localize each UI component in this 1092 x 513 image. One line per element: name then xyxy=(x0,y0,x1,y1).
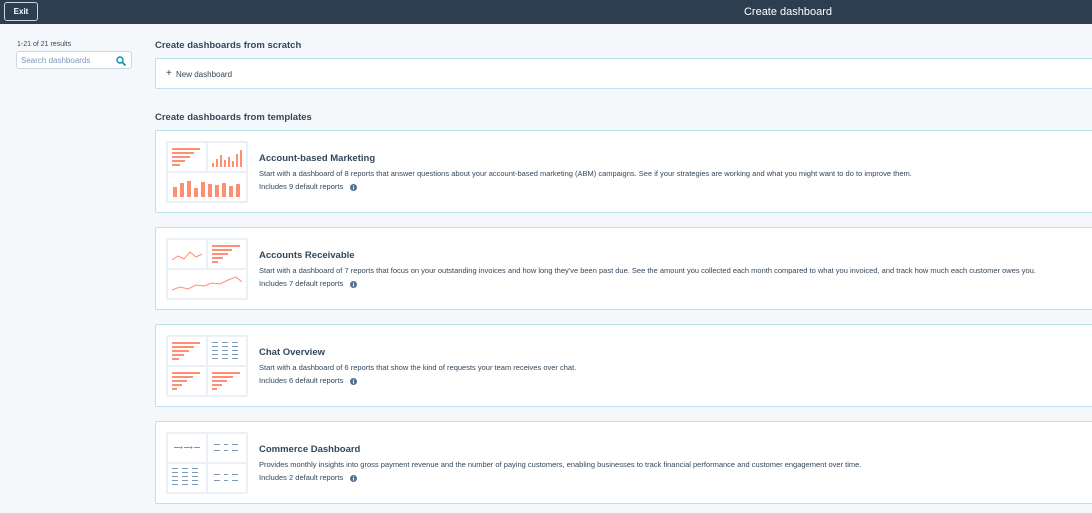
templates-section-title: Create dashboards from templates xyxy=(155,112,312,123)
template-description: Start with a dashboard of 8 reports that… xyxy=(259,169,912,178)
template-thumbnail xyxy=(166,335,248,397)
template-card-account-based-marketing[interactable]: Account-based Marketing Start with a das… xyxy=(155,130,1092,213)
template-title: Account-based Marketing xyxy=(259,153,376,164)
template-title: Commerce Dashboard xyxy=(259,444,361,455)
info-icon[interactable] xyxy=(350,474,358,482)
template-thumbnail xyxy=(166,141,248,203)
new-dashboard-button[interactable]: + New dashboard xyxy=(155,58,1092,89)
scratch-section-title: Create dashboards from scratch xyxy=(155,40,302,51)
template-report-count: Includes 6 default reports xyxy=(259,376,358,385)
report-count-label: Includes 6 default reports xyxy=(259,376,344,385)
template-card-commerce-dashboard[interactable]: Commerce Dashboard Provides monthly insi… xyxy=(155,421,1092,504)
template-card-chat-overview[interactable]: Chat Overview Start with a dashboard of … xyxy=(155,324,1092,407)
info-icon[interactable] xyxy=(350,280,358,288)
report-count-label: Includes 9 default reports xyxy=(259,182,344,191)
info-icon[interactable] xyxy=(350,183,358,191)
plus-icon: + xyxy=(166,68,172,79)
top-bar: Exit Create dashboard xyxy=(0,0,1092,24)
search-icon[interactable] xyxy=(116,56,126,66)
template-description: Start with a dashboard of 6 reports that… xyxy=(259,363,577,372)
page-title: Create dashboard xyxy=(743,6,833,18)
exit-button[interactable]: Exit xyxy=(4,2,38,21)
template-title: Chat Overview xyxy=(259,347,325,358)
new-dashboard-label: New dashboard xyxy=(176,70,233,79)
template-thumbnail xyxy=(166,238,248,300)
info-icon[interactable] xyxy=(350,377,358,385)
template-card-accounts-receivable[interactable]: Accounts Receivable Start with a dashboa… xyxy=(155,227,1092,310)
search-input[interactable] xyxy=(21,54,113,67)
template-title: Accounts Receivable xyxy=(259,250,355,261)
template-report-count: Includes 9 default reports xyxy=(259,182,358,191)
results-count: 1-21 of 21 results xyxy=(17,41,72,48)
template-thumbnail xyxy=(166,432,248,494)
template-description: Start with a dashboard of 7 reports that… xyxy=(259,266,1036,275)
search-box[interactable] xyxy=(16,51,132,69)
report-count-label: Includes 7 default reports xyxy=(259,279,344,288)
report-count-label: Includes 2 default reports xyxy=(259,473,344,482)
template-report-count: Includes 2 default reports xyxy=(259,473,358,482)
template-report-count: Includes 7 default reports xyxy=(259,279,358,288)
template-description: Provides monthly insights into gross pay… xyxy=(259,460,862,469)
